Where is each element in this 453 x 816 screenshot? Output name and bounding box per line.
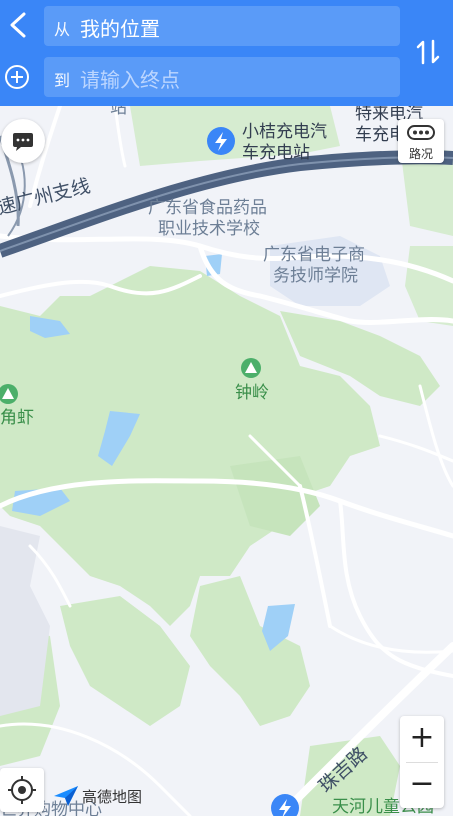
locate-button[interactable] [0,768,44,812]
amap-logo: 高德地图 [52,784,142,808]
traffic-button[interactable]: 路况 [398,119,444,163]
zoom-in-button[interactable]: + [400,716,444,762]
destination-input[interactable]: 请输入终点 [80,64,180,93]
school2-label-1[interactable]: 广东省电子商 [263,245,365,266]
add-waypoint-icon[interactable] [4,64,30,90]
school2-label-2[interactable]: 务技师学院 [273,266,358,287]
shrimp-label[interactable]: 角虾 [0,408,34,429]
school1-label-2[interactable]: 职业技术学校 [158,219,260,240]
partial-label: 站 [110,106,127,118]
school1-label-1[interactable]: 广东省食品药品 [148,198,267,219]
back-arrow-icon[interactable] [6,10,30,40]
zoom-out-button[interactable]: − [400,762,444,808]
charger-label-1[interactable]: 小桔充电汽 [242,122,327,143]
destination-prefix: 到 [54,71,71,90]
destination-field[interactable]: 到 请输入终点 [44,57,400,97]
origin-value: 我的位置 [80,17,160,41]
amap-logo-text: 高德地图 [82,788,143,806]
message-button[interactable] [1,119,45,163]
hill-label[interactable]: 钟岭 [235,383,269,404]
origin-field[interactable]: 从 我的位置 [44,6,400,46]
chat-bubble-icon [13,133,33,151]
swap-route-icon[interactable] [414,37,442,67]
crosshair-icon [8,776,36,804]
traffic-label: 路况 [408,147,433,161]
charger-label-2[interactable]: 车充电站 [242,143,310,164]
traffic-icon [407,125,435,140]
route-header: 从 我的位置 到 请输入终点 [0,0,453,106]
amap-logo-icon [54,786,78,806]
origin-prefix: 从 [54,20,71,39]
zoom-controls: + − [400,716,444,808]
map-view[interactable]: 小桔充电汽 车充电站 特来电汽 车充电 站 速广州支线 广东省食品药品 职业技术… [0,106,453,816]
